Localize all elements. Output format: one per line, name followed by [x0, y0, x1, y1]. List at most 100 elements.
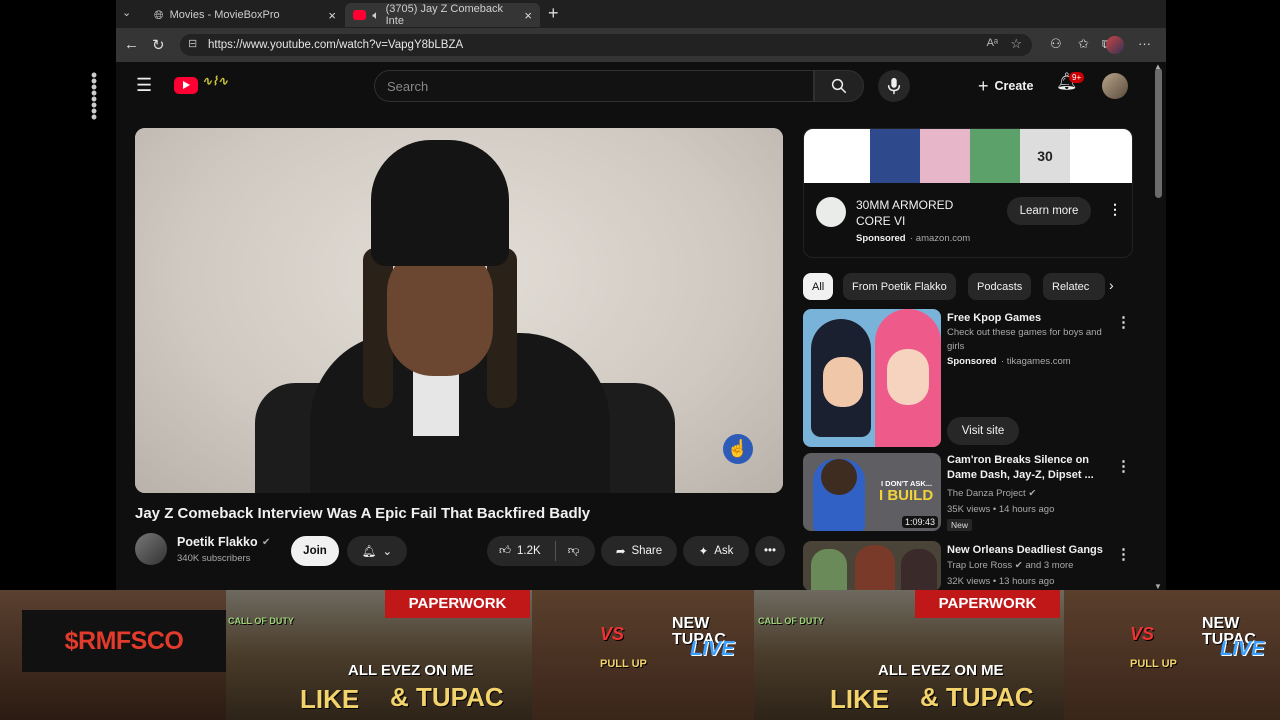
create-label: Create — [994, 79, 1034, 93]
rec-channel: Trap Lore Ross ✔ and 3 more — [947, 559, 1073, 573]
like-dislike-group: 👍︎ 1.2K 👎︎ — [487, 536, 595, 566]
more-actions-button[interactable]: ••• — [755, 536, 785, 566]
join-button[interactable]: Join — [291, 536, 339, 566]
rec-thumbnail — [803, 541, 941, 590]
tab-youtube[interactable]: 🔈︎ (3705) Jay Z Comeback Inte × — [345, 3, 540, 27]
rec-kebab-icon[interactable]: ⋮ — [1116, 313, 1131, 331]
filter-chips: All From Poetik Flakko Podcasts Relatec … — [803, 273, 1133, 301]
channel-name[interactable]: Poetik Flakko — [177, 535, 258, 549]
like-button[interactable]: 👍︎ 1.2K — [499, 544, 541, 558]
like-label-2: LIKE — [830, 684, 890, 714]
more-menu-icon[interactable]: ··· — [1138, 36, 1151, 51]
youtube-favicon-icon — [353, 10, 367, 20]
rec-thumbnail — [803, 309, 941, 447]
channel-row: Poetik Flakko ✔ 340K subscribers Join 🔔︎… — [135, 533, 795, 569]
search-button[interactable] — [814, 70, 864, 102]
url-field[interactable]: ⊟ https://www.youtube.com/watch?v=VapgY8… — [180, 34, 1032, 56]
page-scrollbar[interactable] — [1155, 68, 1162, 198]
chip-related[interactable]: Relatec — [1043, 273, 1105, 300]
ask-button[interactable]: ✦ Ask — [683, 536, 749, 566]
ad-title: 30MM ARMORED CORE VI — [856, 198, 954, 228]
ad-domain: · amazon.com — [910, 233, 971, 244]
drag-handle-icon[interactable]: • • • • • • • • — [86, 66, 102, 126]
ad-kebab-icon[interactable]: ⋮ — [1108, 201, 1122, 218]
ad-card[interactable]: 30 30MM ARMORED CORE VI Sponsored · amaz… — [803, 128, 1133, 258]
ad-banner-image: 30 — [804, 129, 1132, 183]
logo-text: $RMFSCO — [64, 626, 184, 655]
site-info-icon[interactable]: ⊟ — [188, 37, 197, 50]
rec-domain: · tikagames.com — [1001, 356, 1071, 367]
share-arrow-icon: ➦ — [615, 546, 626, 558]
back-icon[interactable]: ← — [124, 36, 139, 53]
doodle-logo-icon[interactable]: ∿⌇∿ — [202, 74, 258, 96]
rec-sponsored-label: Sponsored — [947, 356, 997, 367]
hamburger-menu-icon[interactable]: ☰ — [136, 75, 152, 96]
tab-movieboxpro[interactable]: 🌐︎ Movies - MovieBoxPro × — [146, 3, 344, 27]
rec-video-nola[interactable]: New Orleans Deadliest Gangs Trap Lore Ro… — [803, 541, 1133, 590]
url-text: https://www.youtube.com/watch?v=VapgY8bL… — [208, 39, 464, 51]
scroll-up-icon[interactable]: ▲ — [1154, 62, 1162, 71]
tupac-label: & TUPAC — [390, 682, 504, 712]
sponsored-rec[interactable]: Free Kpop Games Check out these games fo… — [803, 309, 1133, 447]
paperwork-label-2: PAPERWORK — [915, 590, 1060, 618]
profile-avatar[interactable] — [1106, 36, 1124, 54]
ad-sponsored-label: Sponsored — [856, 233, 906, 244]
paperwork-label: PAPERWORK — [385, 590, 530, 618]
chip-podcasts[interactable]: Podcasts — [968, 273, 1032, 300]
ask-label: Ask — [714, 545, 734, 557]
thumbs-up-icon: 👍︎ — [499, 545, 512, 557]
search-input[interactable]: Search — [374, 70, 814, 102]
visit-site-button[interactable]: Visit site — [947, 417, 1019, 445]
more-horizontal-icon: ••• — [763, 545, 777, 557]
plus-icon: + — [978, 75, 989, 96]
tab-title: Movies - MovieBoxPro — [169, 9, 280, 21]
thumbs-down-icon[interactable]: 👎︎ — [568, 544, 580, 558]
favorites-icon[interactable]: ✩ — [1078, 36, 1089, 52]
rec-kebab-icon[interactable]: ⋮ — [1116, 545, 1131, 563]
create-button[interactable]: + Create — [968, 70, 1043, 102]
verified-icon: ✔ — [1028, 488, 1037, 499]
video-title: Jay Z Comeback Interview Was A Epic Fail… — [135, 505, 591, 522]
rec-description: Check out these games for boys and girls — [947, 327, 1102, 352]
new-tab-button[interactable]: + — [548, 3, 559, 24]
chip-from-channel[interactable]: From Poetik Flakko — [843, 273, 956, 300]
favorite-star-icon[interactable]: ☆ — [1010, 36, 1022, 52]
chip-all[interactable]: All — [803, 273, 834, 300]
evez-label: ALL EVEZ ON ME — [348, 662, 474, 679]
rec-meta: 35K views • 14 hours ago — [947, 504, 1055, 515]
voice-search-button[interactable] — [878, 70, 910, 102]
duration-badge: 1:09:43 — [901, 516, 938, 528]
video-player[interactable]: ☝ — [135, 128, 783, 493]
account-avatar[interactable] — [1102, 73, 1128, 99]
pull-up-label: PULL UP — [600, 658, 647, 670]
youtube-logo-icon[interactable] — [174, 77, 198, 94]
visit-site-label: Visit site — [961, 425, 1005, 437]
subscribed-bell-button[interactable]: 🔔︎ ⌄ — [347, 536, 407, 566]
close-tab-icon[interactable]: × — [524, 8, 532, 23]
tab-list-chevron-icon[interactable]: ⌄ — [122, 6, 140, 22]
rec-kebab-icon[interactable]: ⋮ — [1116, 457, 1131, 475]
learn-more-button[interactable]: Learn more — [1007, 197, 1091, 225]
vs-label: VS — [600, 624, 625, 644]
search-icon — [831, 78, 847, 94]
evez-label-2: ALL EVEZ ON ME — [878, 662, 1004, 679]
channel-watermark-logo: $RMFSCO — [22, 610, 226, 672]
extension-icon[interactable]: ⚇ — [1050, 36, 1062, 52]
close-tab-icon[interactable]: × — [328, 8, 336, 23]
channel-avatar[interactable] — [135, 533, 167, 565]
share-button[interactable]: ➦ Share — [601, 536, 677, 566]
bell-icon: 🔔︎ — [361, 546, 377, 558]
rec-title: New Orleans Deadliest Gangs — [947, 544, 1103, 556]
browser-window: ⌄ 🌐︎ Movies - MovieBoxPro × 🔈︎ (3705) Ja… — [116, 0, 1166, 590]
read-aloud-icon[interactable]: Aᵃ — [987, 37, 998, 49]
search-placeholder: Search — [387, 78, 429, 94]
verified-icon: ✔ — [262, 537, 271, 548]
join-label: Join — [303, 545, 327, 557]
speaker-icon[interactable]: 🔈︎ — [372, 8, 379, 23]
chevron-right-icon[interactable]: › — [1109, 277, 1114, 293]
rec-video-camron[interactable]: I DON'T ASK... I BUILD 1:09:43 Cam'ron B… — [803, 453, 1133, 533]
chevron-down-icon: ⌄ — [382, 546, 393, 558]
rec-channel: The Danza Project ✔ — [947, 487, 1036, 501]
reload-icon[interactable]: ↻ — [152, 36, 165, 54]
channel-name: Trap Lore Ross — [947, 560, 1013, 571]
